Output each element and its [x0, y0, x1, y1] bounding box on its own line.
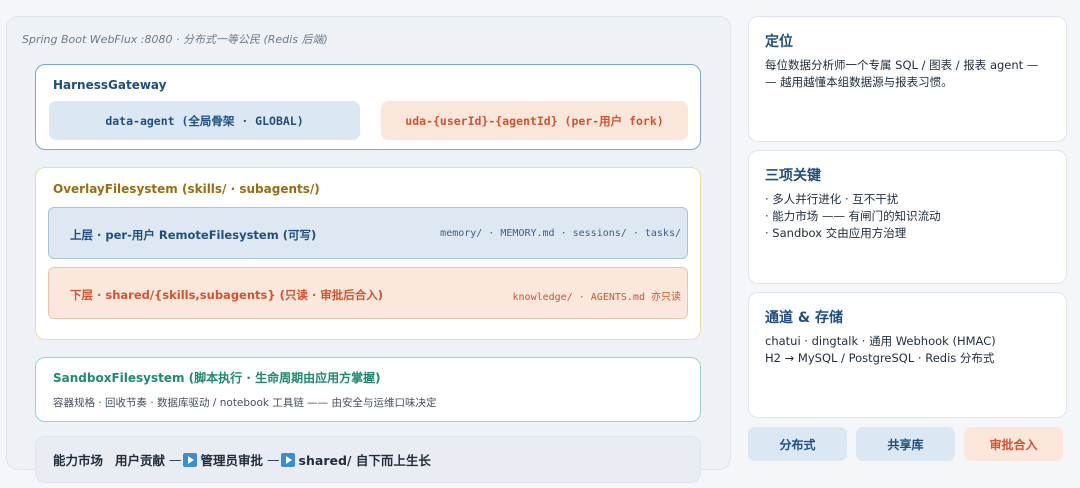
gateway-title: HarnessGateway: [53, 78, 167, 92]
positioning-body: 每位数据分析师一个专属 SQL / 图表 / 报表 agent — — 越用越懂…: [765, 57, 1052, 91]
upper-layer-paths: memory/ · MEMORY.md · sessions/ · tasks/: [440, 228, 681, 239]
tag-shared-library: 共享库: [856, 427, 955, 461]
play-arrow-icon: [280, 452, 295, 467]
card-line: chatui · dingtalk · 通用 Webhook (HMAC): [765, 334, 996, 348]
card-line: · Sandbox 交由应用方治理: [765, 226, 907, 240]
card-line: · 多人并行进化 · 互不干扰: [765, 192, 899, 206]
flow-arrow-1: —: [169, 452, 197, 467]
key-points-title: 三项关键: [765, 168, 821, 184]
admin-approval-label: 管理员审批: [200, 453, 264, 468]
global-agent-pill: data-agent (全局骨架 · GLOBAL): [49, 101, 360, 140]
card-line: · 能力市场 —— 有闸门的知识流动: [765, 209, 941, 223]
capability-market-flow: 能力市场 用户贡献 — 管理员审批 — shared/ 自下而上生长: [35, 436, 701, 483]
user-fork-pill: uda-{userId}-{agentId} (per-用户 fork): [381, 101, 688, 140]
user-contribution-label: 用户贡献: [115, 453, 166, 468]
tag-distributed: 分布式: [748, 427, 847, 461]
tag-approval-merge: 审批合入: [964, 427, 1063, 461]
runtime-header: Spring Boot WebFlux :8080 · 分布式一等公民 (Red…: [22, 33, 328, 46]
sandbox-description: 容器规格 · 回收节奏 · 数据库驱动 / notebook 工具链 —— 由安…: [53, 397, 437, 409]
lower-layer-label: 下层 · shared/{skills,subagents} (只读 · 审批后…: [70, 288, 383, 302]
lower-layer: 下层 · shared/{skills,subagents} (只读 · 审批后…: [48, 267, 688, 319]
market-label: 能力市场: [53, 453, 104, 468]
harness-gateway-box: HarnessGateway data-agent (全局骨架 · GLOBAL…: [35, 64, 701, 150]
card-line: — 越用越懂本组数据源与报表习惯。: [765, 75, 953, 89]
positioning-title: 定位: [765, 34, 793, 50]
overlay-filesystem-box: OverlayFilesystem (skills/ · subagents/)…: [35, 167, 701, 340]
overlay-title: OverlayFilesystem (skills/ · subagents/): [53, 182, 320, 196]
card-line: H2 → MySQL / PostgreSQL · Redis 分布式: [765, 351, 995, 365]
channels-storage-card: 通道 & 存储 chatui · dingtalk · 通用 Webhook (…: [748, 292, 1067, 418]
shared-growth-label: shared/ 自下而上生长: [298, 453, 431, 468]
channels-body: chatui · dingtalk · 通用 Webhook (HMAC) H2…: [765, 333, 1052, 367]
channels-title: 通道 & 存储: [765, 310, 843, 326]
play-arrow-icon: [182, 452, 197, 467]
flow-arrow-2: —: [267, 452, 295, 467]
positioning-card: 定位 每位数据分析师一个专属 SQL / 图表 / 报表 agent — — 越…: [748, 16, 1067, 142]
key-points-body: · 多人并行进化 · 互不干扰 · 能力市场 —— 有闸门的知识流动 · San…: [765, 191, 1052, 242]
sandbox-title: SandboxFilesystem (脚本执行 · 生命周期由应用方掌握): [53, 371, 381, 385]
card-line: 每位数据分析师一个专属 SQL / 图表 / 报表 agent —: [765, 58, 1039, 72]
key-points-card: 三项关键 · 多人并行进化 · 互不干扰 · 能力市场 —— 有闸门的知识流动 …: [748, 150, 1067, 284]
lower-layer-paths: knowledge/ · AGENTS.md 亦只读: [512, 292, 681, 303]
sandbox-filesystem-box: SandboxFilesystem (脚本执行 · 生命周期由应用方掌握) 容器…: [35, 357, 701, 422]
upper-layer: 上层 · per-用户 RemoteFilesystem (可写) memory…: [48, 207, 688, 259]
upper-layer-label: 上层 · per-用户 RemoteFilesystem (可写): [70, 228, 317, 242]
